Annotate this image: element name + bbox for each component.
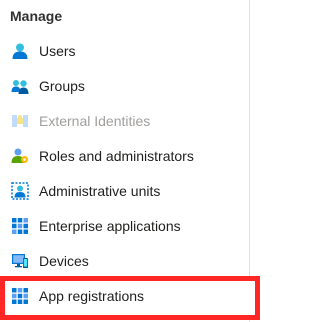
user-icon (11, 42, 29, 60)
nav-item-label: Devices (39, 252, 89, 269)
nav-item-app-registrations[interactable]: App registrations (0, 278, 249, 313)
app-registrations-icon (11, 287, 29, 305)
panel-divider (249, 0, 250, 322)
section-title-manage: Manage (10, 8, 63, 24)
nav-item-label: Administrative units (39, 182, 161, 199)
devices-icon (11, 252, 29, 270)
nav-item-administrative-units[interactable]: Administrative units (0, 173, 249, 208)
nav-item-label: Enterprise applications (39, 217, 181, 234)
external-identities-icon (11, 112, 29, 130)
nav-item-label: Roles and administrators (39, 147, 194, 164)
roles-icon (11, 147, 29, 165)
manage-nav-list: Users Groups External Identities Roles a… (0, 33, 249, 313)
enterprise-apps-icon (11, 217, 29, 235)
nav-item-users[interactable]: Users (0, 33, 249, 68)
admin-units-icon (11, 181, 29, 200)
groups-icon (11, 77, 29, 95)
nav-item-groups[interactable]: Groups (0, 68, 249, 103)
nav-item-devices[interactable]: Devices (0, 243, 249, 278)
nav-item-roles-and-administrators[interactable]: Roles and administrators (0, 138, 249, 173)
nav-item-label: Groups (39, 77, 85, 94)
nav-item-external-identities[interactable]: External Identities (0, 103, 249, 138)
nav-item-label: External Identities (39, 112, 151, 129)
nav-item-label: Users (39, 42, 76, 59)
nav-item-label: App registrations (39, 287, 145, 304)
nav-item-enterprise-applications[interactable]: Enterprise applications (0, 208, 249, 243)
